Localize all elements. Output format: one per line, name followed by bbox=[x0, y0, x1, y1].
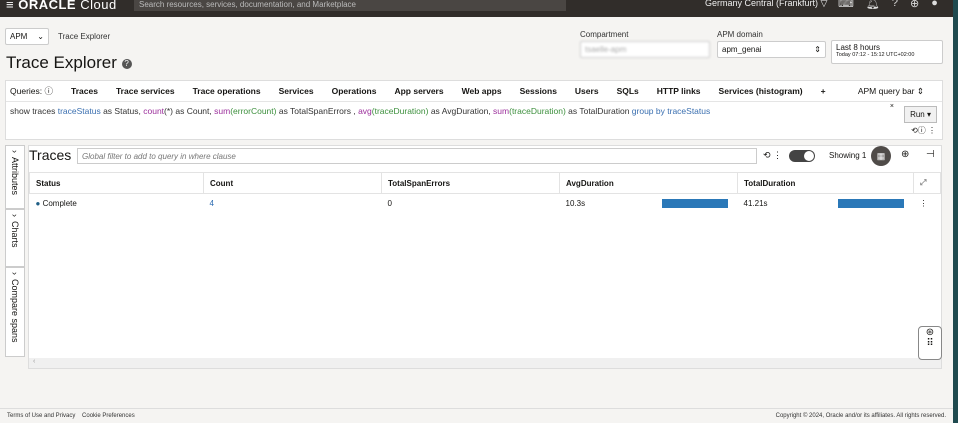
compartment-label: Compartment bbox=[580, 30, 629, 39]
collapse-icon[interactable]: ⊣ bbox=[926, 149, 935, 160]
globe-icon[interactable]: ⊕ bbox=[901, 149, 909, 160]
terms-link[interactable]: Terms of Use and Privacy bbox=[7, 413, 75, 419]
query-bar: Queries: ⓘ Traces Trace services Trace o… bbox=[5, 80, 943, 140]
errors-cell: 0 bbox=[387, 199, 392, 208]
cookie-link[interactable]: Cookie Preferences bbox=[82, 413, 135, 419]
query-tab[interactable]: Sessions bbox=[520, 86, 557, 96]
user-icon[interactable]: ● bbox=[931, 0, 938, 10]
query-tab[interactable]: App servers bbox=[394, 86, 443, 96]
query-mode-select[interactable]: APM query bar ⇕ bbox=[858, 86, 924, 97]
query-editor[interactable]: show traces traceStatus as Status, count… bbox=[6, 102, 942, 120]
horizontal-scrollbar[interactable]: ‹ bbox=[29, 358, 941, 368]
run-button[interactable]: Run ▾ bbox=[904, 106, 937, 123]
traces-table: Status Count TotalSpanErrors AvgDuration… bbox=[29, 172, 941, 213]
global-search-input[interactable]: Search resources, services, documentatio… bbox=[134, 0, 566, 11]
column-header[interactable]: TotalDuration bbox=[737, 172, 914, 194]
column-header[interactable]: TotalSpanErrors bbox=[381, 172, 560, 194]
query-tab[interactable]: Services (histogram) bbox=[719, 86, 803, 96]
toggle-switch[interactable] bbox=[789, 150, 815, 162]
code-icon[interactable]: ⌨ bbox=[838, 0, 854, 10]
queries-label: Queries: ⓘ bbox=[10, 86, 53, 96]
oracle-logo[interactable]: ≡ ORACLE Cloud bbox=[6, 0, 117, 12]
query-options-icon[interactable]: ⟲ⓘ ⋮ bbox=[911, 125, 936, 136]
compartment-select[interactable]: tsaelle-apm bbox=[580, 41, 710, 58]
avg-duration-cell: 10.3s bbox=[560, 194, 738, 214]
query-tab[interactable]: HTTP links bbox=[657, 86, 701, 96]
traces-title: Traces bbox=[29, 147, 72, 163]
status-cell: Complete bbox=[42, 199, 77, 208]
footer: Terms of Use and Privacy Cookie Preferen… bbox=[0, 408, 953, 423]
avg-duration-bar bbox=[661, 199, 728, 208]
total-duration-cell: 41.21s bbox=[738, 194, 914, 214]
column-header[interactable]: AvgDuration bbox=[559, 172, 738, 194]
query-tab[interactable]: Operations bbox=[332, 86, 377, 96]
row-actions-icon[interactable]: ⋮ bbox=[914, 194, 941, 214]
clear-icon[interactable]: × bbox=[890, 103, 894, 110]
query-tab[interactable]: Web apps bbox=[462, 86, 502, 96]
window-edge bbox=[953, 0, 958, 423]
side-tab-compare-spans[interactable]: › Compare spans bbox=[5, 267, 25, 357]
showing-count: Showing 1 bbox=[829, 151, 867, 160]
globe-icon[interactable]: ⊕ bbox=[910, 0, 919, 10]
query-tab[interactable]: Users bbox=[575, 86, 599, 96]
region-selector[interactable]: Germany Central (Frankfurt) ▽ bbox=[705, 0, 827, 9]
query-tab[interactable]: Trace operations bbox=[193, 86, 261, 96]
breadcrumb-page: Trace Explorer bbox=[58, 32, 111, 41]
copyright: Copyright © 2024, Oracle and/or its affi… bbox=[775, 413, 946, 419]
history-icon[interactable]: ⟲ ⋮ bbox=[763, 150, 782, 161]
query-tab[interactable]: SQLs bbox=[617, 86, 639, 96]
column-header[interactable]: Status bbox=[29, 172, 204, 194]
total-duration-bar bbox=[837, 199, 904, 208]
time-range-select[interactable]: Last 8 hours Today 07:12 - 15:12 UTC+02:0… bbox=[831, 40, 943, 64]
query-tab[interactable]: Trace services bbox=[116, 86, 175, 96]
status-dot-icon: ● bbox=[35, 199, 41, 208]
add-query-tab-button[interactable]: + bbox=[821, 86, 826, 96]
apm-domain-label: APM domain bbox=[717, 30, 763, 39]
query-tab[interactable]: Traces bbox=[71, 86, 98, 96]
column-header[interactable]: Count bbox=[203, 172, 382, 194]
side-tab-charts[interactable]: › Charts bbox=[5, 209, 25, 267]
table-row[interactable]: ● Complete 4 0 10.3s 41.21s ⋮ bbox=[30, 194, 941, 214]
query-tab[interactable]: Services bbox=[279, 86, 314, 96]
top-header: ≡ ORACLE Cloud Search resources, service… bbox=[0, 0, 958, 17]
apm-domain-select[interactable]: apm_genai ⇕ bbox=[717, 41, 826, 58]
traces-panel: Traces Global filter to add to query in … bbox=[28, 145, 942, 369]
help-lifebuoy-icon[interactable]: ⊛ ⠿ bbox=[918, 326, 942, 360]
global-filter-input[interactable]: Global filter to add to query in where c… bbox=[77, 148, 757, 164]
table-view-icon[interactable]: ▦ bbox=[871, 146, 891, 166]
bell-icon[interactable]: 🔔︎ bbox=[866, 0, 880, 10]
expand-icon[interactable]: ⤢ bbox=[913, 172, 941, 194]
page-title: Trace Explorer ? bbox=[6, 53, 132, 73]
help-icon[interactable]: ? bbox=[121, 58, 132, 69]
count-cell[interactable]: 4 bbox=[204, 194, 382, 214]
side-tab-attributes[interactable]: › Attributes bbox=[5, 145, 25, 209]
service-select[interactable]: APM ⌄ bbox=[5, 28, 49, 45]
help-icon[interactable]: ? bbox=[892, 0, 898, 10]
